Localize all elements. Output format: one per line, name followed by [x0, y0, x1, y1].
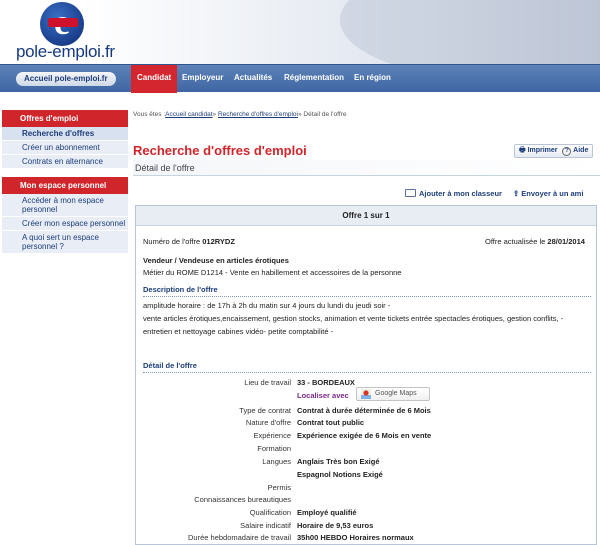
detail-value: 35h00 HEBDO Horaires normaux [297, 533, 414, 542]
breadcrumb: Vous êtes :Accueil candidat» Recherche d… [133, 111, 346, 118]
print-button[interactable]: Imprimer [528, 147, 558, 154]
detail-label: Langues [262, 457, 291, 466]
header-decoration [80, 0, 600, 64]
page-subtitle: Détail de l'offre [133, 160, 600, 176]
send-to-friend-label: Envoyer à un ami [521, 189, 584, 198]
detail-label: Lieu de travail [244, 378, 291, 387]
sidebar-section-offres: Offres d'emploi [2, 110, 128, 127]
detail-label: Type de contrat [239, 406, 291, 415]
detail-label: Connaissances bureautiques [194, 495, 291, 504]
offer-updated-label: Offre actualisée le [485, 237, 546, 246]
sidebar-section-espace: Mon espace personnel [2, 177, 128, 194]
detail-value: Employé qualifié [297, 508, 357, 517]
add-to-classeur-button[interactable]: Ajouter à mon classeur [405, 189, 502, 198]
tab-candidat[interactable]: Candidat [131, 65, 178, 93]
map-pin-icon [361, 389, 371, 399]
detail-label: Qualification [249, 508, 291, 517]
send-icon: ⇪ [513, 189, 520, 198]
sidebar: Offres d'emploi Recherche d'offres Créer… [0, 110, 128, 254]
sidebar-item-a-quoi-sert[interactable]: A quoi sert un espace personnel ? [2, 231, 128, 254]
help-icon[interactable]: ? [562, 147, 572, 156]
help-button[interactable]: Aide [573, 147, 588, 154]
detail-value: Contrat à durée déterminée de 6 Mois [297, 406, 431, 415]
localiser-label: Localiser avec [297, 391, 349, 400]
main-nav: Accueil pole-emploi.fr Candidat Employeu… [0, 64, 600, 93]
print-help-bar: 🖶 Imprimer ? Aide [514, 144, 594, 158]
google-maps-button[interactable]: Google Maps [356, 387, 430, 401]
logo-accent [48, 18, 78, 27]
nav-home-button[interactable]: Accueil pole-emploi.fr [16, 72, 116, 86]
breadcrumb-current: Détail de l'offre [303, 111, 347, 118]
breadcrumb-link-accueil[interactable]: Accueil candidat [165, 111, 212, 118]
breadcrumb-prefix: Vous êtes : [133, 111, 166, 118]
detail-value: Espagnol Notions Exigé [297, 470, 383, 479]
tab-actualites[interactable]: Actualités [234, 65, 272, 93]
detail-value: Anglais Très bon Exigé [297, 457, 380, 466]
logo-text[interactable]: pole-emploi.fr [16, 42, 115, 62]
detail-value: 33 - BORDEAUX [297, 378, 355, 387]
offer-updated-date: 28/01/2014 [547, 237, 585, 246]
detail-label: Durée hebdomadaire de travail [188, 533, 291, 542]
detail-value: Expérience exigée de 6 Mois en vente [297, 431, 432, 440]
breadcrumb-link-recherche[interactable]: Recherche d'offres d'emploi [218, 111, 298, 118]
detail-label: Nature d'offre [245, 418, 291, 427]
tab-reglementation[interactable]: Réglementation [284, 65, 344, 93]
offer-actions: Ajouter à mon classeur ⇪ Envoyer à un ami [405, 186, 600, 204]
sidebar-item-recherche[interactable]: Recherche d'offres [2, 127, 128, 141]
google-maps-label: Google Maps [375, 390, 417, 397]
add-to-classeur-label: Ajouter à mon classeur [419, 189, 502, 198]
sidebar-item-alternance[interactable]: Contrats en alternance [2, 155, 128, 169]
detail-value: Contrat tout public [297, 418, 365, 427]
sidebar-item-abonnement[interactable]: Créer un abonnement [2, 141, 128, 155]
printer-icon[interactable]: 🖶 [519, 147, 526, 154]
tab-employeur[interactable]: Employeur [182, 65, 223, 93]
tab-en-region[interactable]: En région [354, 65, 391, 93]
site-header: e pole-emploi.fr [0, 0, 600, 64]
offer-panel: Offre 1 sur 1 Numéro de l'offre 012RYDZ … [135, 205, 597, 545]
sidebar-item-acceder[interactable]: Accéder à mon espace personnel [2, 194, 128, 217]
send-to-friend-button[interactable]: ⇪ Envoyer à un ami [513, 189, 583, 198]
detail-label: Formation [257, 444, 291, 453]
detail-value: Horaire de 9,53 euros [297, 521, 374, 530]
detail-label: Salaire indicatif [240, 521, 291, 530]
detail-label: Expérience [253, 431, 291, 440]
page-title: Recherche d'offres d'emploi [133, 143, 307, 158]
folder-icon [405, 189, 416, 197]
sidebar-item-creer[interactable]: Créer mon espace personnel [2, 217, 128, 231]
detail-labels: Lieu de travail Type de contrat Nature d… [136, 206, 291, 545]
offer-updated-row: Offre actualisée le 28/01/2014 [485, 237, 585, 246]
detail-label: Permis [267, 483, 291, 492]
